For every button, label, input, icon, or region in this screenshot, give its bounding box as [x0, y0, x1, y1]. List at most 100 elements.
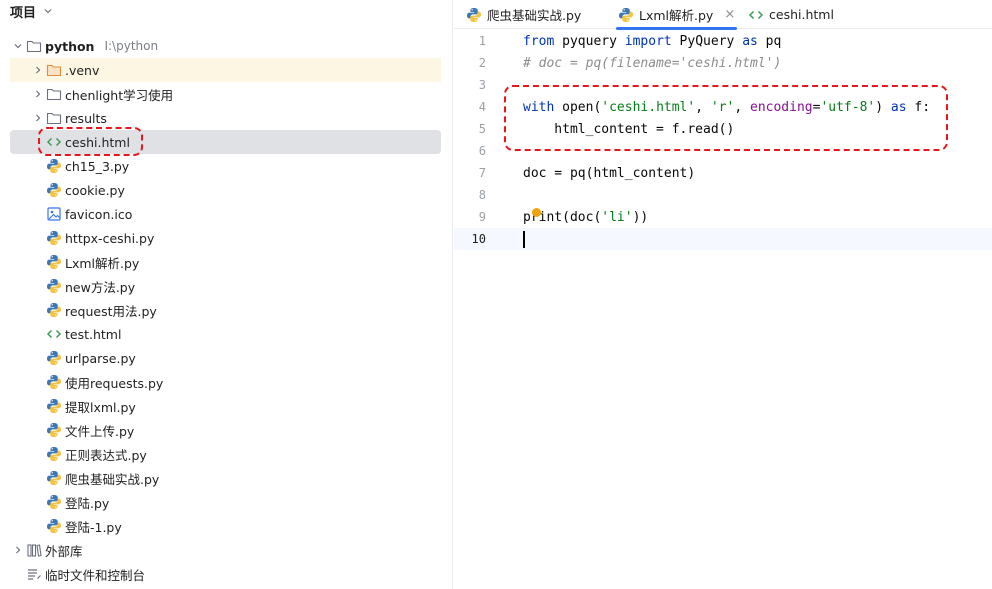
tree-file[interactable]: 爬虫基础实战.py [10, 466, 441, 490]
tree-item-label: new方法.py [65, 279, 136, 295]
tree-scratches[interactable]: 临时文件和控制台 [10, 562, 441, 586]
chevron-right-icon[interactable] [30, 62, 46, 78]
image-file-icon [46, 206, 62, 222]
project-panel: 项目 python I:\python .venv chenlight学习使用 resu… [0, 0, 453, 589]
tree-item-label: favicon.ico [65, 206, 133, 222]
code-text: print(doc('li')) [523, 209, 649, 225]
tab-label: 爬虫基础实战.py [487, 8, 582, 23]
code-line[interactable]: 4 with open('ceshi.html', 'r', encoding=… [454, 96, 992, 118]
tree-file[interactable]: Lxml解析.py [10, 250, 441, 274]
html-file-icon [46, 134, 62, 150]
python-file-icon [46, 254, 62, 270]
tree-item-label: request用法.py [65, 303, 157, 319]
project-panel-header[interactable]: 项目 [10, 0, 56, 22]
python-file-icon [46, 398, 62, 414]
tree-file[interactable]: 文件上传.py [10, 418, 441, 442]
folder-icon [26, 38, 42, 54]
code-line[interactable]: 3 [454, 74, 992, 96]
tree-item-label: 登陆-1.py [65, 519, 122, 535]
project-panel-title: 项目 [10, 5, 37, 21]
folder-icon [46, 62, 62, 78]
library-icon [26, 542, 42, 558]
tree-file[interactable]: test.html [10, 322, 441, 346]
code-editor[interactable]: 1 from pyquery import PyQuery as pq 2 # … [454, 30, 992, 589]
tree-file[interactable]: cookie.py [10, 178, 441, 202]
tree-file[interactable]: favicon.ico [10, 202, 441, 226]
tree-root-python[interactable]: python I:\python [10, 34, 441, 58]
line-number: 7 [478, 166, 486, 180]
tree-item-label: 使用requests.py [65, 375, 164, 391]
tree-file[interactable]: new方法.py [10, 274, 441, 298]
tree-item-label: cookie.py [65, 182, 125, 198]
tree-file[interactable]: httpx-ceshi.py [10, 226, 441, 250]
code-line[interactable]: 2 # doc = pq(filename='ceshi.html') [454, 52, 992, 74]
line-number: 9 [478, 210, 486, 224]
python-file-icon [618, 7, 634, 23]
chevron-right-icon[interactable] [30, 86, 46, 102]
tree-file[interactable]: 提取lxml.py [10, 394, 441, 418]
code-line[interactable]: 1 from pyquery import PyQuery as pq [454, 30, 992, 52]
tree-file[interactable]: 正则表达式.py [10, 442, 441, 466]
python-file-icon [46, 302, 62, 318]
chevron-right-icon[interactable] [30, 110, 46, 126]
code-line[interactable]: 6 [454, 140, 992, 162]
tree-file[interactable]: 登陆.py [10, 490, 441, 514]
intention-bulb-icon[interactable] [532, 208, 541, 217]
chevron-down-icon[interactable] [40, 3, 56, 19]
line-number: 8 [478, 188, 486, 202]
tab-label: Lxml解析.py [639, 8, 714, 23]
code-line[interactable]: 7 doc = pq(html_content) [454, 162, 992, 184]
code-text: with open('ceshi.html', 'r', encoding='u… [523, 99, 931, 115]
code-text: html_content = f.read() [523, 121, 735, 137]
tree-item-label: 外部库 [45, 543, 83, 559]
tab-spider-basics[interactable]: 爬虫基础实战.py [466, 0, 581, 29]
python-file-icon [46, 374, 62, 390]
tab-label: ceshi.html [769, 7, 834, 22]
code-line[interactable]: 8 [454, 184, 992, 206]
code-line[interactable]: 5 html_content = f.read() [454, 118, 992, 140]
folder-icon [46, 86, 62, 102]
tab-ceshi-html[interactable]: ceshi.html [748, 0, 834, 29]
python-file-icon [46, 494, 62, 510]
tree-item-label: .venv [65, 62, 100, 78]
tree-file[interactable]: ch15_3.py [10, 154, 441, 178]
tab-lxml-parse[interactable]: Lxml解析.py × [615, 0, 738, 30]
tree-file[interactable]: ceshi.html [10, 130, 441, 154]
tree-file[interactable]: request用法.py [10, 298, 441, 322]
python-file-icon [466, 7, 482, 23]
tree-item-label: httpx-ceshi.py [65, 230, 155, 246]
tree-folder[interactable]: chenlight学习使用 [10, 82, 441, 106]
tree-folder[interactable]: results [10, 106, 441, 130]
tree-file[interactable]: 登陆-1.py [10, 514, 441, 538]
chevron-down-icon[interactable] [10, 38, 26, 54]
scratches-icon [26, 566, 42, 582]
tree-folder[interactable]: .venv [10, 58, 441, 82]
python-file-icon [46, 182, 62, 198]
close-icon[interactable]: × [724, 7, 735, 22]
python-file-icon [46, 446, 62, 462]
tree-file[interactable]: 使用requests.py [10, 370, 441, 394]
tree-item-label: 爬虫基础实战.py [65, 471, 160, 487]
editor-tab-bar: 爬虫基础实战.py Lxml解析.py × ceshi.html [454, 0, 992, 30]
python-file-icon [46, 230, 62, 246]
python-file-icon [46, 158, 62, 174]
tree-item-label: test.html [65, 326, 122, 342]
tree-external-libraries[interactable]: 外部库 [10, 538, 441, 562]
code-line-current[interactable]: 10 [454, 228, 992, 250]
project-path: I:\python [104, 39, 159, 53]
tree-file[interactable]: urlparse.py [10, 346, 441, 370]
chevron-right-icon[interactable] [10, 542, 26, 558]
